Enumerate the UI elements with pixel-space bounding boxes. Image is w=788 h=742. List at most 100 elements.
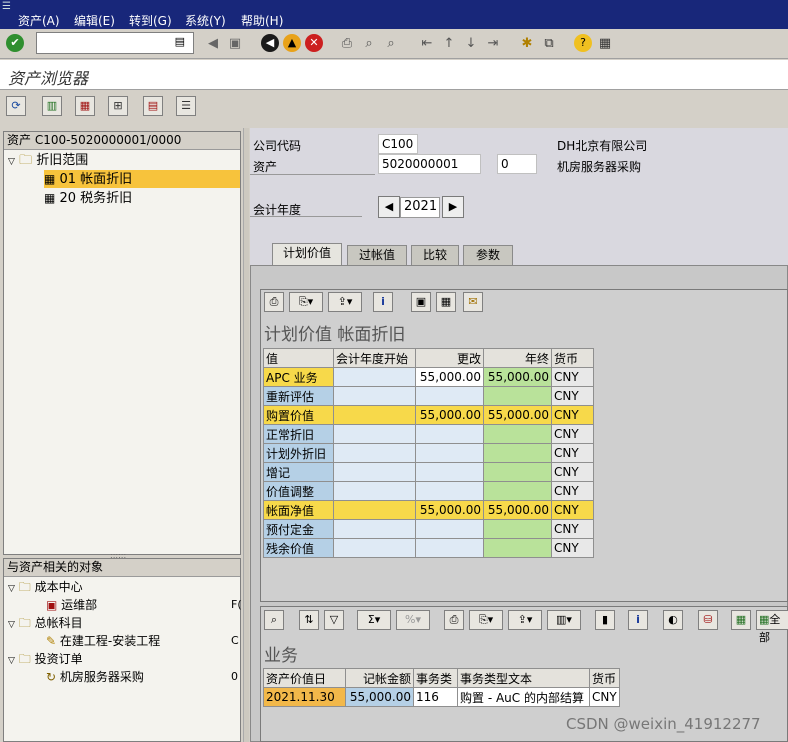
calculator-icon[interactable]: ▦: [436, 292, 456, 312]
filter-icon[interactable]: ▽: [324, 610, 344, 630]
structure-icon[interactable]: ⊞: [108, 96, 128, 116]
navigation-icon[interactable]: ▥: [42, 96, 62, 116]
show-all-button[interactable]: ▦全部: [756, 610, 788, 644]
graphic-icon[interactable]: ▮: [595, 610, 615, 630]
menu-help[interactable]: 帮助(H): [241, 12, 283, 29]
first-page-icon[interactable]: ⇤: [418, 35, 436, 53]
collapse-icon[interactable]: ▽: [8, 157, 15, 167]
expand-icon[interactable]: ▦: [731, 610, 751, 630]
table-row[interactable]: 正常折旧 CNY: [263, 424, 594, 444]
tree-node-gl-account[interactable]: ▽ 🗀 总帐科目: [8, 614, 83, 632]
table-row[interactable]: APC 业务 55,000.00 55,000.00 CNY: [263, 367, 594, 387]
menu-goto[interactable]: 转到(G): [129, 12, 172, 29]
collapse-icon[interactable]: ▽: [8, 656, 15, 666]
print-preview-icon[interactable]: ⎘▾: [469, 610, 503, 630]
tree-item-tax-depreciation[interactable]: ▦ 20 税务折旧: [44, 189, 132, 207]
col-header-value-date[interactable]: 资产价值日: [263, 668, 346, 688]
collapse-icon[interactable]: ▽: [8, 620, 15, 630]
col-header-fy-start[interactable]: 会计年度开始: [333, 348, 416, 368]
col-header-trans-type[interactable]: 事务类: [413, 668, 458, 688]
exit-icon[interactable]: ▲: [283, 34, 301, 52]
table-row[interactable]: 增记 CNY: [263, 462, 594, 482]
tab-parameters[interactable]: 参数: [463, 245, 513, 265]
find-icon[interactable]: ⌕: [360, 35, 378, 53]
col-header-currency[interactable]: 货币: [551, 348, 594, 368]
refresh-icon[interactable]: ⟳: [6, 96, 26, 116]
tree-item-investment-order[interactable]: ↻ 机房服务器采购: [46, 668, 144, 686]
tree-node-depreciation-area[interactable]: ▽ 🗀 折旧范围: [8, 152, 88, 170]
tree-item-cost-center[interactable]: ▣ 运维部: [46, 596, 97, 614]
menu-system[interactable]: 系统(Y): [185, 12, 226, 29]
print-icon[interactable]: ⎙: [264, 292, 284, 312]
tab-comparison[interactable]: 比较: [411, 245, 459, 265]
menu-asset[interactable]: 资产(A): [18, 12, 60, 29]
tree-node-cost-center[interactable]: ▽ 🗀 成本中心: [8, 578, 83, 596]
window-menu-icon[interactable]: ☰: [2, 1, 11, 12]
menu-edit[interactable]: 编辑(E): [74, 12, 115, 29]
next-page-icon[interactable]: ↓: [462, 35, 480, 53]
subtotal-icon[interactable]: %▾: [396, 610, 430, 630]
tab-posted-values[interactable]: 过帐值: [347, 245, 407, 265]
table-row[interactable]: 2021.11.30 55,000.00 116 购置 - AuC 的内部结算 …: [263, 687, 620, 707]
sum-icon[interactable]: Σ▾: [357, 610, 391, 630]
simulation-icon[interactable]: ✉: [463, 292, 483, 312]
col-header-year-end[interactable]: 年终: [483, 348, 552, 368]
print-preview-icon[interactable]: ⎘▾: [289, 292, 323, 312]
object-icon[interactable]: ⛁: [698, 610, 718, 630]
fiscal-year-field[interactable]: 2021: [400, 197, 440, 218]
col-header-change[interactable]: 更改: [415, 348, 484, 368]
info-icon[interactable]: i: [373, 292, 393, 312]
table-row[interactable]: 计划外折旧 CNY: [263, 443, 594, 463]
shortcut-icon[interactable]: ⧉: [540, 35, 558, 53]
asset-values-icon[interactable]: ▦: [75, 96, 95, 116]
list-icon[interactable]: ☰: [176, 96, 196, 116]
prev-year-button[interactable]: ◀: [378, 196, 400, 218]
table-row[interactable]: 购置价值 55,000.00 55,000.00 CNY: [263, 405, 594, 425]
info-icon[interactable]: i: [628, 610, 648, 630]
display-doc-icon[interactable]: ◐: [663, 610, 683, 630]
sort-icon[interactable]: ⇅: [299, 610, 319, 630]
table-row[interactable]: 重新评估 CNY: [263, 386, 594, 406]
folder-icon: 🗀: [18, 616, 31, 630]
print-icon[interactable]: ⎙: [444, 610, 464, 630]
next-year-button[interactable]: ▶: [442, 196, 464, 218]
asset-number-field[interactable]: 5020000001: [378, 154, 481, 174]
tree-item-book-depreciation[interactable]: ▦ 01 帐面折旧: [44, 170, 240, 188]
details-icon[interactable]: ⌕: [264, 610, 284, 630]
command-history-icon[interactable]: ▤: [175, 35, 185, 48]
tab-planned-values[interactable]: 计划价值: [272, 243, 342, 265]
find-next-icon[interactable]: ⌕: [382, 35, 400, 53]
back-icon[interactable]: ◀: [261, 34, 279, 52]
table-row[interactable]: 价值调整 CNY: [263, 481, 594, 501]
export-icon[interactable]: ⇪▾: [328, 292, 362, 312]
display-icon[interactable]: ▤: [143, 96, 163, 116]
print-icon[interactable]: ⎙: [338, 35, 356, 53]
tree-node-investment-order[interactable]: ▽ 🗀 投资订单: [8, 650, 83, 668]
col-header-amount[interactable]: 记帐金额: [345, 668, 414, 688]
save-icon[interactable]: ▣: [226, 35, 244, 53]
prev-icon[interactable]: ◀: [204, 35, 222, 53]
cancel-icon[interactable]: ✕: [305, 34, 323, 52]
col-header-currency[interactable]: 货币: [589, 668, 620, 688]
help-icon[interactable]: ?: [574, 34, 592, 52]
collapse-icon[interactable]: ▽: [8, 584, 15, 594]
enter-icon[interactable]: ✔: [6, 34, 24, 52]
col-header-value[interactable]: 值: [263, 348, 334, 368]
prev-page-icon[interactable]: ↑: [440, 35, 458, 53]
panel-splitter[interactable]: [243, 128, 249, 742]
document-icon[interactable]: ▣: [411, 292, 431, 312]
asset-subnumber-field[interactable]: 0: [497, 154, 537, 174]
table-row[interactable]: 帐面净值 55,000.00 55,000.00 CNY: [263, 500, 594, 520]
company-code-field[interactable]: C100: [378, 134, 418, 154]
new-session-icon[interactable]: ✱: [518, 35, 536, 53]
command-field[interactable]: ▤: [36, 32, 194, 54]
table-row[interactable]: 预付定金 CNY: [263, 519, 594, 539]
layout-icon[interactable]: ▥▾: [547, 610, 581, 630]
layout-icon[interactable]: ▦: [596, 35, 614, 53]
last-page-icon[interactable]: ⇥: [484, 35, 502, 53]
label-underline: [250, 174, 375, 175]
table-row[interactable]: 残余价值 CNY: [263, 538, 594, 558]
col-header-trans-text[interactable]: 事务类型文本: [457, 668, 590, 688]
tree-item-gl-account[interactable]: ✎ 在建工程-安装工程: [46, 632, 160, 650]
export-icon[interactable]: ⇪▾: [508, 610, 542, 630]
